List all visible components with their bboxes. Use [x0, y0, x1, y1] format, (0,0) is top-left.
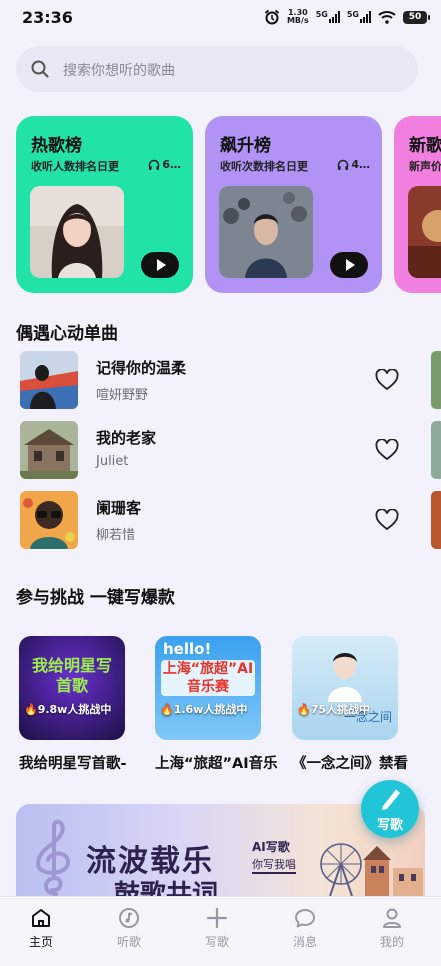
chart-cards-carousel[interactable]: 热歌榜 收听人数排名日更 6… 飙升榜 收听次数排名日更 4… 新歌 新声价 [0, 116, 441, 294]
status-bar: 23:36 1.30 MB/s 5G 5G 50 [0, 0, 441, 34]
banner-tag-secondary: 你写我唱 [252, 856, 296, 874]
play-button[interactable] [330, 252, 368, 278]
status-icons: 1.30 MB/s 5G 5G 50 [264, 7, 430, 27]
search-icon [31, 60, 49, 78]
chart-title: 新歌 [409, 136, 441, 156]
nav-label: 写歌 [204, 935, 229, 949]
signal-1: 5G [316, 11, 340, 23]
alarm-icon [264, 9, 280, 25]
challenge-section-title: 参与挑战 一键写爆款 [16, 588, 175, 608]
search-placeholder: 搜索你想听的歌曲 [63, 63, 175, 79]
listeners-value: 4… [351, 158, 370, 171]
fab-label: 写歌 [376, 818, 403, 833]
chart-card-rising[interactable]: 飙升榜 收听次数排名日更 4… [205, 116, 382, 293]
challenge-label: 我给明星写首歌- [19, 756, 127, 772]
chart-card-hot[interactable]: 热歌榜 收听人数排名日更 6… [16, 116, 193, 293]
headphones-icon [149, 159, 160, 170]
challenge-badge: 🔥9.8w人挑战中 [24, 703, 112, 716]
heart-icon[interactable] [375, 369, 399, 391]
next-column-song-cover[interactable] [431, 421, 441, 479]
chart-card-new[interactable]: 新歌 新声价 [394, 116, 441, 293]
banner-subheadline: 鼓歌共词 [114, 880, 219, 896]
net-speed: 1.30 MB/s [287, 9, 309, 25]
chart-cover-image [408, 186, 441, 278]
plus-icon [206, 907, 228, 929]
chat-bubble-icon [295, 909, 315, 928]
search-bar[interactable]: 搜索你想听的歌曲 [16, 46, 418, 92]
chart-subtitle: 收听人数排名日更 [31, 160, 119, 173]
song-artist: 喧妍野野 [96, 388, 149, 403]
clock-time: 23:36 [22, 8, 73, 27]
song-row[interactable]: 记得你的温柔 喧妍野野 [20, 351, 420, 411]
challenge-portrait [328, 653, 362, 702]
signal-bars-icon [360, 11, 371, 23]
challenge-label: 《一念之间》禁看 [292, 756, 408, 772]
banner-tag: AI写歌 [252, 840, 290, 854]
signal-1-label: 5G [315, 10, 328, 19]
song-artist: 柳若惜 [96, 528, 136, 543]
chart-subtitle: 收听次数排名日更 [220, 160, 308, 173]
challenge-card[interactable]: 我给明星写首歌 🔥9.8w人挑战中 我给明星写首歌- [19, 636, 127, 773]
signal-bars-icon [328, 11, 340, 23]
play-button[interactable] [141, 252, 179, 278]
song-title: 阑珊客 [96, 499, 142, 517]
nav-label: 我的 [379, 935, 404, 949]
song-cover [20, 351, 78, 409]
chart-title: 飙升榜 [220, 136, 271, 156]
nav-home[interactable]: 主页 [11, 907, 71, 950]
song-artist: Juliet [96, 454, 129, 469]
net-speed-unit: MB/s [286, 16, 309, 25]
song-title: 我的老家 [96, 429, 157, 447]
pen-icon [382, 789, 400, 810]
signal-2-label: 5G [346, 10, 359, 19]
listeners-value: 6… [162, 158, 181, 171]
nav-label: 听歌 [116, 935, 141, 949]
treble-clef-icon [35, 819, 71, 896]
nav-label: 消息 [292, 935, 317, 949]
battery-icon: 50 [403, 10, 430, 24]
music-disc-icon [119, 908, 139, 928]
challenge-image: hello! 上海“旅超”AI音乐赛 🔥1.6w人挑战中 [155, 636, 261, 740]
ferris-wheel-icon [320, 843, 362, 896]
nav-messages[interactable]: 消息 [275, 907, 335, 950]
listeners-count: 6… [148, 158, 181, 171]
nav-write[interactable]: 写歌 [187, 907, 247, 950]
challenge-card[interactable]: hello! 上海“旅超”AI音乐赛 🔥1.6w人挑战中 上海“旅超”AI音乐 [155, 636, 278, 773]
chart-cover-image [219, 186, 313, 278]
nav-label: 主页 [28, 935, 53, 949]
challenge-art-text: 上海“旅超”AI音乐赛 [161, 660, 255, 696]
challenge-art-hello: hello! [163, 640, 212, 658]
chart-cover-image [30, 186, 124, 278]
song-cover [20, 421, 78, 479]
challenge-label: 上海“旅超”AI音乐 [155, 756, 278, 772]
chart-subtitle: 新声价 [409, 160, 441, 173]
next-column-song-cover[interactable] [431, 351, 441, 409]
headphones-icon [338, 159, 349, 170]
heart-icon[interactable] [375, 509, 399, 531]
person-icon [383, 908, 401, 928]
song-cover [20, 491, 78, 549]
home-icon [32, 909, 50, 927]
buildings-illustration [363, 846, 423, 896]
heart-icon[interactable] [375, 439, 399, 461]
next-column-song-cover[interactable] [431, 491, 441, 549]
challenge-badge: 🔥75人挑战中 [297, 703, 371, 716]
challenge-badge: 🔥1.6w人挑战中 [160, 703, 248, 716]
signal-2: 5G [347, 11, 371, 23]
listeners-count: 4… [337, 158, 370, 171]
song-row[interactable]: 我的老家 Juliet [20, 421, 420, 481]
nav-profile[interactable]: 我的 [362, 907, 422, 950]
wifi-icon [378, 11, 396, 24]
chart-title: 热歌榜 [31, 136, 82, 156]
bottom-nav: 主页 听歌 写歌 消息 我的 [0, 896, 441, 966]
songs-section-title: 偶遇心动单曲 [16, 324, 118, 344]
nav-listen[interactable]: 听歌 [99, 907, 159, 950]
challenge-image: 一念之间 🔥75人挑战中 [292, 636, 398, 740]
song-title: 记得你的温柔 [96, 359, 187, 377]
challenge-image: 我给明星写首歌 🔥9.8w人挑战中 [19, 636, 125, 740]
song-row[interactable]: 阑珊客 柳若惜 [20, 491, 420, 551]
write-song-fab[interactable]: 写歌 [361, 780, 419, 838]
challenge-card[interactable]: 一念之间 🔥75人挑战中 《一念之间》禁看 [292, 636, 408, 773]
challenge-art-text: 我给明星写首歌 [31, 656, 112, 695]
